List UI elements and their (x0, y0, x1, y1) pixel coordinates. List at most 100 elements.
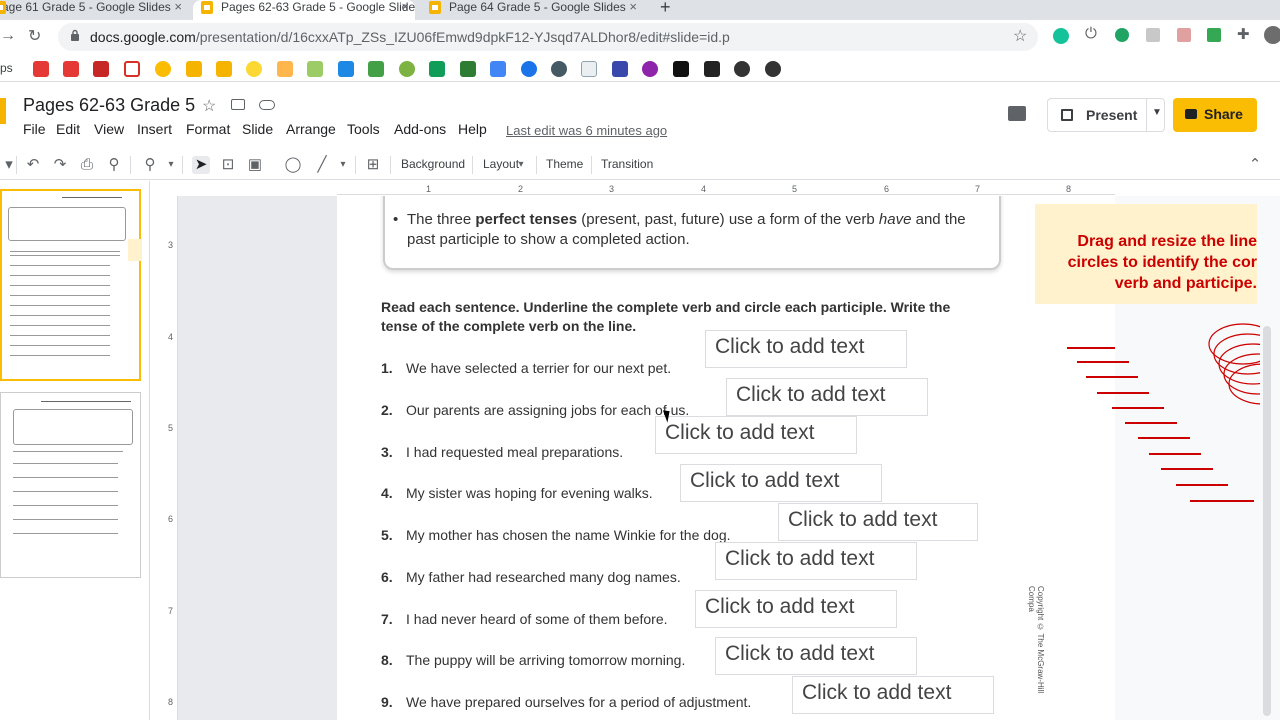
zoom-icon[interactable]: ⚲ (141, 156, 159, 174)
line-dropdown-icon[interactable]: ▾ (334, 156, 352, 174)
paint-format-icon[interactable]: ⚲ (105, 156, 123, 174)
background-button[interactable]: Background (401, 157, 465, 171)
document-title[interactable]: Pages 62-63 Grade 5 (23, 95, 195, 116)
close-tab-icon[interactable]: × (629, 0, 637, 14)
shape-icon[interactable]: ◯ (284, 156, 302, 174)
star-icon[interactable]: ☆ (202, 96, 216, 116)
answer-text-box-2[interactable]: Click to add text (726, 378, 928, 416)
collapse-toolbar-icon[interactable]: ⌃ (1246, 156, 1264, 174)
bookmark-icon[interactable] (581, 61, 597, 77)
slide-thumbnail-2[interactable] (0, 392, 141, 578)
answer-text-box-6[interactable]: Click to add text (715, 542, 917, 580)
present-dropdown-icon[interactable]: ▼ (1152, 107, 1162, 118)
bookmark-icon[interactable] (429, 61, 445, 77)
redo-icon[interactable]: ↷ (51, 156, 69, 174)
bookmark-icon[interactable] (612, 61, 628, 77)
layout-dropdown-icon[interactable]: ▾ (512, 156, 530, 174)
red-underline-shape[interactable] (1067, 347, 1115, 349)
forward-icon[interactable]: → (0, 27, 16, 45)
red-underline-shape[interactable] (1077, 361, 1129, 363)
bookmark-icon[interactable] (63, 61, 79, 77)
slide-thumbnail-1[interactable] (0, 189, 142, 381)
menu-tools[interactable]: Tools (347, 121, 380, 137)
bookmark-icon[interactable] (399, 61, 415, 77)
bookmark-icon[interactable] (33, 61, 49, 77)
drive-bookmark-icon[interactable] (490, 61, 506, 77)
red-underline-shape[interactable] (1125, 422, 1177, 424)
scrollbar-thumb[interactable] (1263, 326, 1271, 716)
power-extension-icon[interactable]: ⏻ (1085, 25, 1097, 42)
slides-bookmark-icon[interactable] (216, 61, 232, 77)
emoji-bookmark-icon[interactable] (246, 61, 262, 77)
present-button[interactable]: Present ▼ (1047, 98, 1165, 132)
extension-icon[interactable] (1115, 28, 1129, 42)
slide-canvas[interactable]: • The three perfect tenses (present, pas… (178, 196, 1280, 720)
bookmark-icon[interactable] (551, 61, 567, 77)
bookmark-star-icon[interactable]: ☆ (1013, 26, 1027, 46)
extension-icon[interactable] (1146, 28, 1160, 42)
transition-button[interactable]: Transition (601, 157, 653, 171)
red-underline-shape[interactable] (1176, 484, 1228, 486)
menu-arrange[interactable]: Arrange (286, 121, 336, 137)
line-icon[interactable]: ╱ (313, 156, 331, 174)
red-underline-shape[interactable] (1138, 437, 1190, 439)
menu-add-ons[interactable]: Add-ons (394, 121, 446, 137)
grammarly-extension-icon[interactable] (1053, 28, 1069, 44)
red-underline-shape[interactable] (1149, 453, 1201, 455)
menu-edit[interactable]: Edit (56, 121, 80, 137)
browser-tab[interactable]: Page 61 Grade 5 - Google Slides × (0, 0, 188, 20)
close-tab-icon[interactable]: × (401, 0, 409, 14)
canvas-scrollbar[interactable] (1260, 196, 1280, 720)
comments-icon[interactable] (1008, 106, 1026, 121)
share-button[interactable]: Share (1173, 98, 1257, 132)
bookmark-icon[interactable] (338, 61, 354, 77)
extension-icon[interactable] (1177, 28, 1191, 42)
add-comment-icon[interactable]: ⊞ (364, 156, 382, 174)
close-tab-icon[interactable]: × (174, 0, 182, 14)
globe-bookmark-icon[interactable] (734, 61, 750, 77)
profile-avatar[interactable] (1264, 26, 1280, 44)
text-box-icon[interactable]: ⊡ (219, 156, 237, 174)
move-folder-icon[interactable] (231, 99, 245, 110)
undo-icon[interactable]: ↶ (24, 156, 42, 174)
red-underline-shape[interactable] (1161, 468, 1213, 470)
extension-icon[interactable] (1207, 28, 1221, 42)
answer-text-box-4[interactable]: Click to add text (680, 464, 882, 502)
answer-text-box-8[interactable]: Click to add text (715, 637, 917, 675)
bookmark-icon[interactable] (155, 61, 171, 77)
bookmark-icon[interactable] (277, 61, 293, 77)
menu-help[interactable]: Help (458, 121, 487, 137)
slides-bookmark-icon[interactable] (186, 61, 202, 77)
bookmark-icon[interactable] (673, 61, 689, 77)
answer-text-box-3[interactable]: Click to add text (655, 416, 857, 454)
answer-text-box-9[interactable]: Click to add text (792, 676, 994, 714)
zoom-dropdown-icon[interactable]: ▾ (162, 156, 180, 174)
new-tab-button[interactable]: + (660, 0, 671, 18)
select-cursor-icon[interactable]: ➤ (192, 156, 210, 174)
bookmark-icon[interactable] (642, 61, 658, 77)
drag-instruction-note[interactable]: Drag and resize the line circles to iden… (1035, 204, 1257, 304)
red-underline-shape[interactable] (1097, 392, 1149, 394)
red-underline-shape[interactable] (1190, 500, 1254, 502)
apps-label[interactable]: ps (0, 61, 13, 75)
answer-text-box-1[interactable]: Click to add text (705, 330, 907, 368)
red-underline-shape[interactable] (1112, 407, 1164, 409)
bookmark-icon[interactable] (460, 61, 476, 77)
bookmark-icon[interactable] (93, 61, 109, 77)
browser-tab-active[interactable]: Pages 62-63 Grade 5 - Google Slides × (193, 0, 415, 20)
last-edit-link[interactable]: Last edit was 6 minutes ago (506, 123, 667, 138)
bookmark-icon[interactable] (368, 61, 384, 77)
slides-logo-icon[interactable] (0, 98, 6, 124)
bookmark-icon[interactable] (307, 61, 323, 77)
extensions-puzzle-icon[interactable]: ✚ (1237, 25, 1250, 43)
globe-bookmark-icon[interactable] (765, 61, 781, 77)
menu-file[interactable]: File (23, 121, 46, 137)
browser-tab[interactable]: Page 64 Grade 5 - Google Slides × (421, 0, 643, 20)
red-underline-shape[interactable] (1086, 376, 1138, 378)
reload-icon[interactable]: ↻ (28, 26, 41, 46)
bookmark-icon[interactable] (704, 61, 720, 77)
omnibox[interactable]: docs.google.com/presentation/d/16cxxATp_… (58, 23, 1038, 51)
bookmark-icon[interactable] (521, 61, 537, 77)
menu-insert[interactable]: Insert (137, 121, 172, 137)
cloud-status-icon[interactable] (259, 100, 275, 110)
